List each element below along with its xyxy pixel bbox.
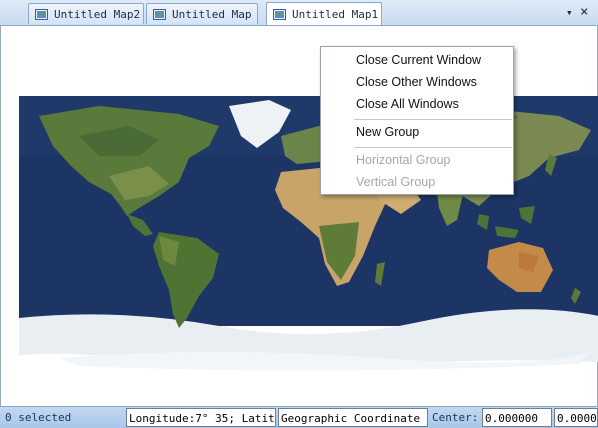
map-document-icon <box>273 8 286 20</box>
tab-untitled-map1[interactable]: Untitled Map1 <box>266 2 382 25</box>
tab-untitled-map2[interactable]: Untitled Map2 <box>28 3 144 24</box>
map-view[interactable]: Close Current Window Close Other Windows… <box>0 26 598 406</box>
menu-separator <box>354 147 512 148</box>
tab-untitled-map[interactable]: Untitled Map <box>146 3 258 24</box>
coordinate-system-field[interactable]: Geographic Coordinate System <box>278 408 428 427</box>
menu-close-current-window[interactable]: Close Current Window <box>356 53 481 67</box>
menu-horizontal-group: Horizontal Group <box>356 153 451 167</box>
menu-close-other-windows[interactable]: Close Other Windows <box>356 75 477 89</box>
center-label: Center: <box>432 411 479 424</box>
tab-context-menu: Close Current Window Close Other Windows… <box>320 46 514 195</box>
selection-count: 0 selected <box>5 411 72 424</box>
menu-separator <box>354 119 512 120</box>
document-tab-bar: Untitled Map2 Untitled Map Untitled Map1… <box>0 0 598 26</box>
menu-vertical-group: Vertical Group <box>356 175 436 189</box>
status-bar: 0 selected Longitude:7° 35; Latitude Geo… <box>0 406 598 428</box>
center-x-input[interactable]: 0.000000 <box>482 408 552 427</box>
map-document-icon <box>35 8 48 20</box>
menu-close-all-windows[interactable]: Close All Windows <box>356 97 459 111</box>
map-document-icon <box>153 8 166 20</box>
center-y-input[interactable]: 0.000000 <box>554 408 598 427</box>
coordinate-readout: Longitude:7° 35; Latitude <box>126 408 276 427</box>
tab-label: Untitled Map <box>172 7 252 21</box>
tab-list-dropdown-icon[interactable]: ▾ <box>566 6 573 19</box>
tab-label: Untitled Map2 <box>54 7 141 21</box>
close-tab-icon[interactable]: × <box>580 4 588 20</box>
tab-label: Untitled Map1 <box>292 7 379 21</box>
menu-new-group[interactable]: New Group <box>356 125 419 139</box>
